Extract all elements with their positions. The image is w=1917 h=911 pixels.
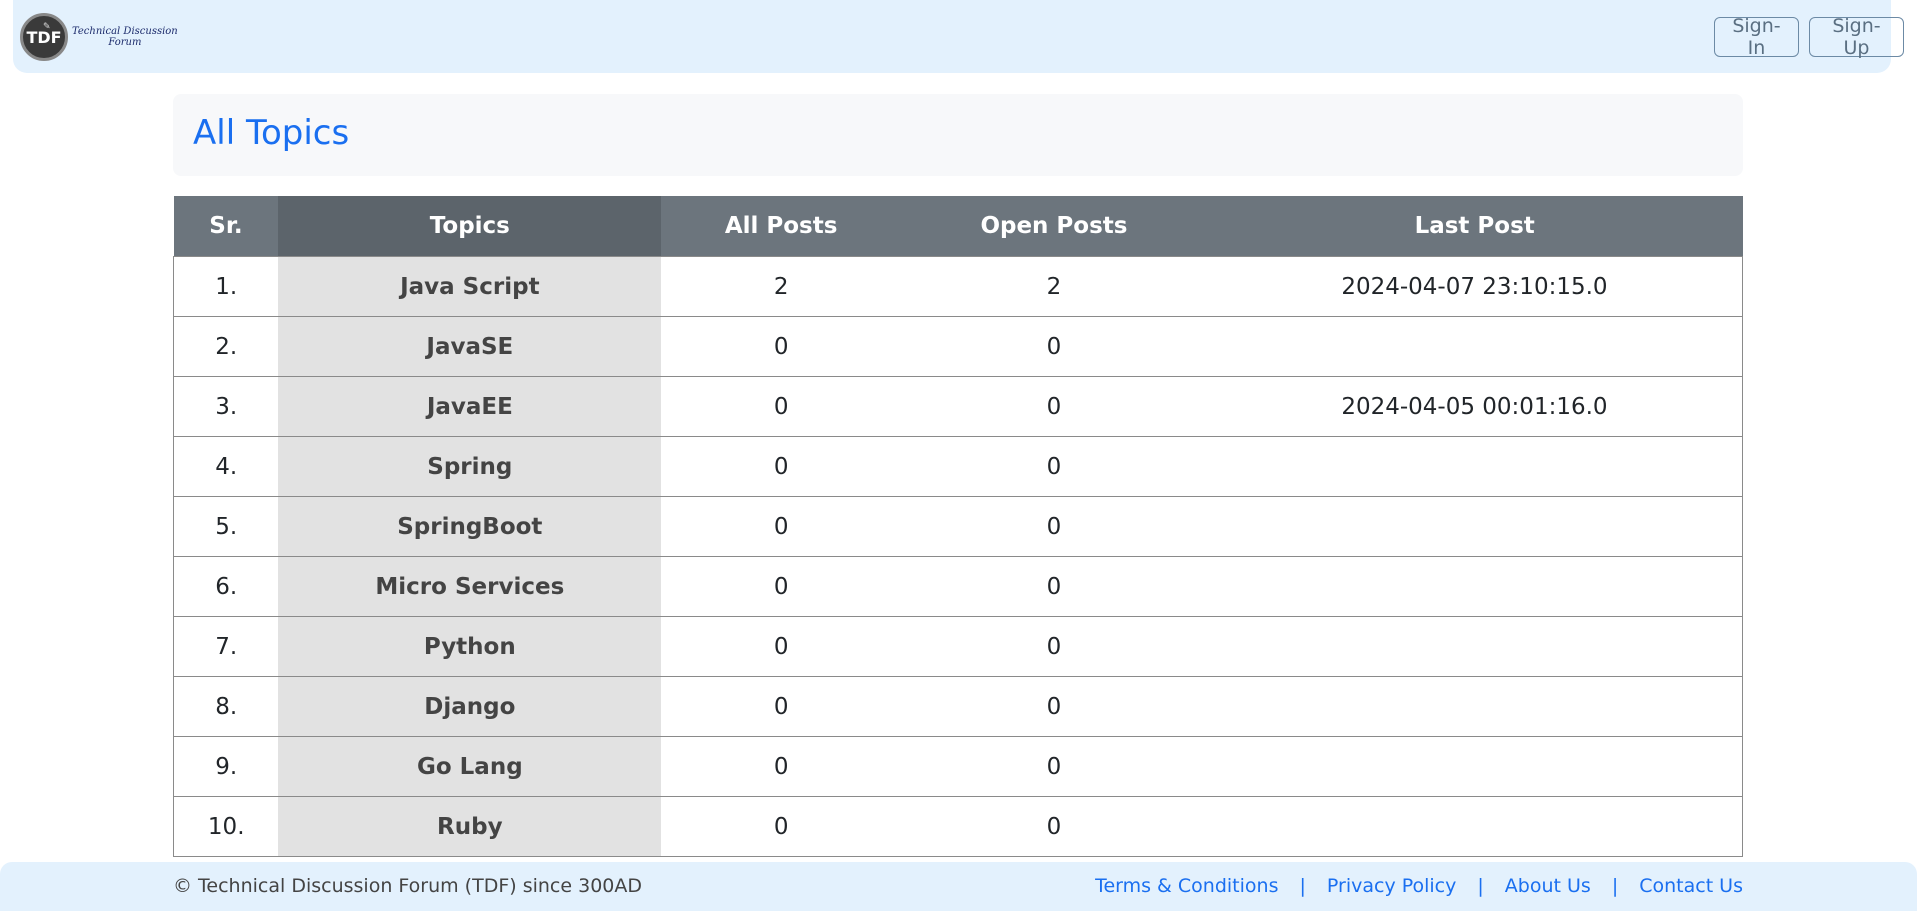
cell-open-posts: 0 bbox=[901, 556, 1207, 617]
cell-open-posts: 0 bbox=[901, 376, 1207, 437]
table-row[interactable]: 1. Java Script 2 2 2024-04-07 23:10:15.0 bbox=[173, 256, 1743, 317]
cell-sr: 2. bbox=[173, 316, 279, 377]
page-footer: © Technical Discussion Forum (TDF) since… bbox=[0, 862, 1917, 911]
cell-all-posts: 0 bbox=[661, 736, 902, 797]
cell-last-post bbox=[1206, 736, 1743, 797]
cell-open-posts: 0 bbox=[901, 496, 1207, 557]
footer-separator: | bbox=[1299, 875, 1306, 897]
cell-last-post bbox=[1206, 556, 1743, 617]
cell-all-posts: 0 bbox=[661, 496, 902, 557]
cell-topic-link[interactable]: Ruby bbox=[278, 796, 662, 857]
cell-sr: 9. bbox=[173, 736, 279, 797]
cell-last-post bbox=[1206, 796, 1743, 857]
terms-link[interactable]: Terms & Conditions bbox=[1095, 875, 1278, 897]
cell-topic-link[interactable]: Django bbox=[278, 676, 662, 737]
cell-topic-link[interactable]: Python bbox=[278, 616, 662, 677]
cell-sr: 4. bbox=[173, 436, 279, 497]
table-row[interactable]: 7. Python 0 0 bbox=[173, 616, 1743, 677]
table-header-row: Sr. Topics All Posts Open Posts Last Pos… bbox=[173, 196, 1743, 257]
table-row[interactable]: 3. JavaEE 0 0 2024-04-05 00:01:16.0 bbox=[173, 376, 1743, 437]
table-row[interactable]: 10. Ruby 0 0 bbox=[173, 796, 1743, 857]
cell-sr: 8. bbox=[173, 676, 279, 737]
cell-last-post bbox=[1206, 616, 1743, 677]
cell-topic-link[interactable]: Go Lang bbox=[278, 736, 662, 797]
cell-last-post: 2024-04-07 23:10:15.0 bbox=[1206, 256, 1743, 317]
privacy-link[interactable]: Privacy Policy bbox=[1327, 875, 1456, 897]
logo-badge: ✎ TDF bbox=[20, 13, 68, 61]
table-row[interactable]: 9. Go Lang 0 0 bbox=[173, 736, 1743, 797]
cell-open-posts: 2 bbox=[901, 256, 1207, 317]
header-last-post: Last Post bbox=[1206, 196, 1743, 257]
cell-sr: 7. bbox=[173, 616, 279, 677]
cell-sr: 6. bbox=[173, 556, 279, 617]
table-row[interactable]: 4. Spring 0 0 bbox=[173, 436, 1743, 497]
sign-in-button[interactable]: Sign-In bbox=[1714, 15, 1799, 59]
cell-sr: 10. bbox=[173, 796, 279, 857]
table-row[interactable]: 2. JavaSE 0 0 bbox=[173, 316, 1743, 377]
cell-all-posts: 0 bbox=[661, 316, 902, 377]
cell-topic-link[interactable]: JavaEE bbox=[278, 376, 662, 437]
cell-topic-link[interactable]: SpringBoot bbox=[278, 496, 662, 557]
header-open-posts: Open Posts bbox=[901, 196, 1207, 257]
cell-sr: 3. bbox=[173, 376, 279, 437]
cell-all-posts: 2 bbox=[661, 256, 902, 317]
header-sr: Sr. bbox=[173, 196, 279, 257]
page-title: All Topics bbox=[193, 113, 350, 153]
about-link[interactable]: About Us bbox=[1505, 875, 1591, 897]
cell-topic-link[interactable]: Micro Services bbox=[278, 556, 662, 617]
cell-last-post bbox=[1206, 496, 1743, 557]
cell-all-posts: 0 bbox=[661, 616, 902, 677]
cell-sr: 5. bbox=[173, 496, 279, 557]
cell-topic-link[interactable]: Java Script bbox=[278, 256, 662, 317]
cell-last-post bbox=[1206, 316, 1743, 377]
page-header: All Topics bbox=[173, 94, 1743, 176]
cell-open-posts: 0 bbox=[901, 676, 1207, 737]
logo-text-line2: Forum bbox=[108, 37, 142, 48]
logo-wordmark: Technical Discussion Forum bbox=[72, 26, 178, 48]
cell-last-post: 2024-04-05 00:01:16.0 bbox=[1206, 376, 1743, 437]
cell-topic-link[interactable]: Spring bbox=[278, 436, 662, 497]
cell-last-post bbox=[1206, 436, 1743, 497]
cell-open-posts: 0 bbox=[901, 436, 1207, 497]
header-all-posts: All Posts bbox=[661, 196, 902, 257]
cell-all-posts: 0 bbox=[661, 796, 902, 857]
table-row[interactable]: 6. Micro Services 0 0 bbox=[173, 556, 1743, 617]
cell-open-posts: 0 bbox=[901, 616, 1207, 677]
contact-link[interactable]: Contact Us bbox=[1639, 875, 1743, 897]
cell-open-posts: 0 bbox=[901, 316, 1207, 377]
table-row[interactable]: 5. SpringBoot 0 0 bbox=[173, 496, 1743, 557]
cell-all-posts: 0 bbox=[661, 676, 902, 737]
site-logo[interactable]: ✎ TDF Technical Discussion Forum bbox=[20, 13, 178, 61]
table-row[interactable]: 8. Django 0 0 bbox=[173, 676, 1743, 737]
cell-sr: 1. bbox=[173, 256, 279, 317]
top-navbar: ✎ TDF Technical Discussion Forum Sign-In… bbox=[13, 0, 1904, 73]
footer-separator: | bbox=[1611, 875, 1619, 897]
footer-separator: | bbox=[1477, 875, 1484, 897]
cell-open-posts: 0 bbox=[901, 796, 1207, 857]
topics-table: Sr. Topics All Posts Open Posts Last Pos… bbox=[173, 196, 1743, 857]
header-topics: Topics bbox=[278, 196, 662, 257]
cell-all-posts: 0 bbox=[661, 376, 902, 437]
sign-up-button[interactable]: Sign-Up bbox=[1809, 15, 1904, 59]
cell-topic-link[interactable]: JavaSE bbox=[278, 316, 662, 377]
footer-links: Terms & Conditions | Privacy Policy | Ab… bbox=[1095, 875, 1743, 897]
logo-text-line1: Technical Discussion bbox=[72, 26, 178, 37]
cell-last-post bbox=[1206, 676, 1743, 737]
feather-icon: ✎ bbox=[43, 22, 51, 32]
copyright-text: © Technical Discussion Forum (TDF) since… bbox=[173, 875, 642, 897]
cell-open-posts: 0 bbox=[901, 736, 1207, 797]
cell-all-posts: 0 bbox=[661, 436, 902, 497]
cell-all-posts: 0 bbox=[661, 556, 902, 617]
